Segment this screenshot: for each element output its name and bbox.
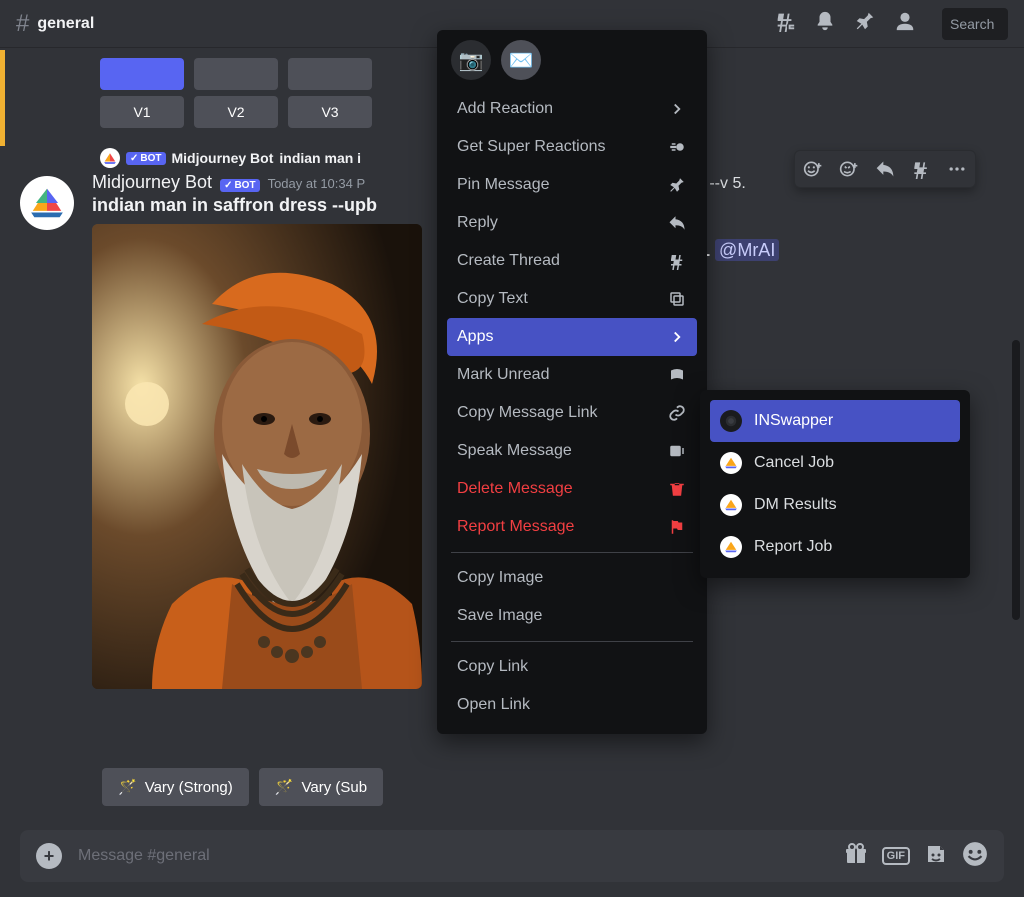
- app-cancel-job[interactable]: Cancel Job: [710, 442, 960, 484]
- vary-strong-button[interactable]: 🪄 Vary (Strong): [102, 768, 249, 806]
- channel-name: general: [37, 15, 94, 33]
- message-input[interactable]: Message #general: [78, 847, 210, 865]
- reply-avatar: [100, 148, 120, 168]
- app-inswapper[interactable]: INSwapper: [710, 400, 960, 442]
- more-icon[interactable]: [941, 153, 973, 185]
- pinned-icon[interactable]: [854, 10, 876, 37]
- ctx-report-message[interactable]: Report Message: [447, 508, 697, 546]
- app-dm-results[interactable]: DM Results: [710, 484, 960, 526]
- hash-icon: #: [16, 10, 29, 38]
- message-input-bar: + Message #general GIF: [20, 830, 1004, 882]
- ctx-pin-message[interactable]: Pin Message: [447, 166, 697, 204]
- generated-image[interactable]: [92, 224, 422, 689]
- ctx-copy-message-link[interactable]: Copy Message Link: [447, 394, 697, 432]
- wand-icon: 🪄: [118, 778, 137, 796]
- message-author[interactable]: Midjourney Bot: [92, 172, 212, 193]
- v2-button[interactable]: V2: [194, 96, 278, 128]
- emoji-icon[interactable]: [962, 841, 988, 872]
- gift-icon[interactable]: [844, 842, 868, 871]
- apps-submenu: INSwapperCancel JobDM ResultsReport Job: [700, 390, 970, 578]
- ctx-apps[interactable]: Apps: [447, 318, 697, 356]
- ctx-delete-message[interactable]: Delete Message: [447, 470, 697, 508]
- bot-tag: ✓ BOT: [126, 152, 166, 165]
- ctx-reply[interactable]: Reply: [447, 204, 697, 242]
- bot-tag: ✓ BOT: [220, 179, 260, 192]
- search-input[interactable]: Search: [942, 8, 1008, 40]
- sticker-icon[interactable]: [924, 842, 948, 871]
- v3-button[interactable]: V3: [288, 96, 372, 128]
- ctx-add-reaction[interactable]: Add Reaction: [447, 90, 697, 128]
- ctx-mark-unread[interactable]: Mark Unread: [447, 356, 697, 394]
- message-context-menu: 📷 ✉️ Add ReactionGet Super ReactionsPin …: [437, 30, 707, 734]
- x1-button[interactable]: [194, 58, 278, 90]
- thread-icon[interactable]: [905, 153, 937, 185]
- v1-button[interactable]: V1: [100, 96, 184, 128]
- u1-button[interactable]: [100, 58, 184, 90]
- gif-button[interactable]: GIF: [882, 847, 910, 865]
- vary-subtle-button[interactable]: 🪄 Vary (Sub: [259, 768, 383, 806]
- message-hover-toolbar: [794, 150, 976, 188]
- ctx-copy-image[interactable]: Copy Image: [447, 559, 697, 597]
- reply-author: Midjourney Bot: [172, 150, 274, 166]
- app-report-job[interactable]: Report Job: [710, 526, 960, 568]
- threads-icon[interactable]: [774, 10, 796, 37]
- message-timestamp: Today at 10:34 P: [268, 176, 366, 191]
- author-avatar[interactable]: [20, 176, 74, 230]
- mail-reaction-icon[interactable]: ✉️: [501, 40, 541, 80]
- ctx-speak-message[interactable]: Speak Message: [447, 432, 697, 470]
- x2-button[interactable]: [288, 58, 372, 90]
- ctx-copy-text[interactable]: Copy Text: [447, 280, 697, 318]
- ctx-open-link[interactable]: Open Link: [447, 686, 697, 724]
- ctx-get-super-reactions[interactable]: Get Super Reactions: [447, 128, 697, 166]
- reply-icon[interactable]: [869, 153, 901, 185]
- wand-icon: 🪄: [275, 778, 294, 796]
- super-reaction-icon[interactable]: [833, 153, 865, 185]
- notifications-icon[interactable]: [814, 10, 836, 37]
- ctx-create-thread[interactable]: Create Thread: [447, 242, 697, 280]
- members-icon[interactable]: [894, 10, 916, 37]
- mention[interactable]: @MrAI: [715, 239, 779, 261]
- add-reaction-icon[interactable]: [797, 153, 829, 185]
- scrollbar[interactable]: [1012, 340, 1020, 620]
- ctx-save-image[interactable]: Save Image: [447, 597, 697, 635]
- reply-preview: indian man i: [279, 150, 361, 166]
- camera-reaction-icon[interactable]: 📷: [451, 40, 491, 80]
- attach-button[interactable]: +: [36, 843, 62, 869]
- ctx-copy-link[interactable]: Copy Link: [447, 648, 697, 686]
